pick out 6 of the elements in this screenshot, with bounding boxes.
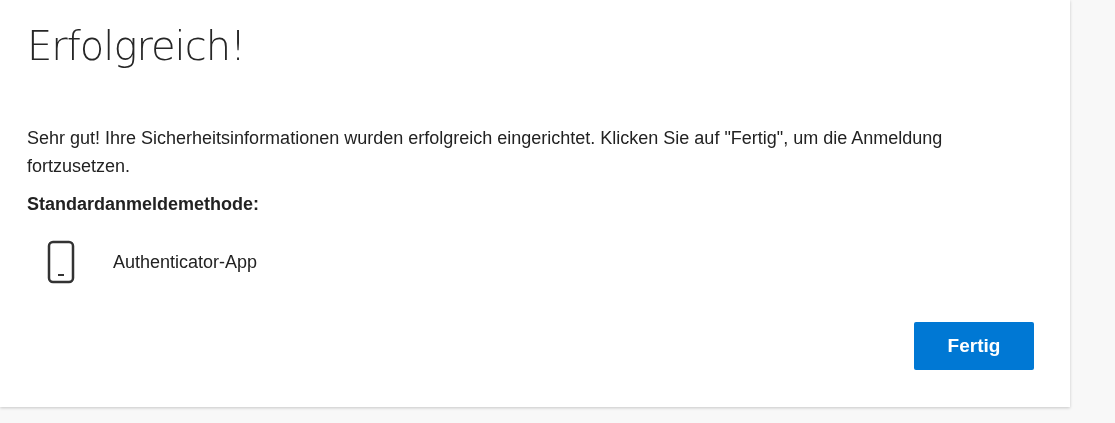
success-message: Sehr gut! Ihre Sicherheitsinformationen wurden erfolgreich eingerichtet. Klicken Sie auf "Fertig", um die Anmeldung fortzusetzen. — [27, 127, 944, 178]
phone-icon — [47, 240, 75, 284]
done-button[interactable]: Fertig — [914, 322, 1034, 370]
method-name: Authenticator-App — [113, 251, 258, 273]
page-title: Erfolgreich! — [27, 22, 247, 71]
default-method-label: Standardanmeldemethode: — [27, 193, 261, 216]
